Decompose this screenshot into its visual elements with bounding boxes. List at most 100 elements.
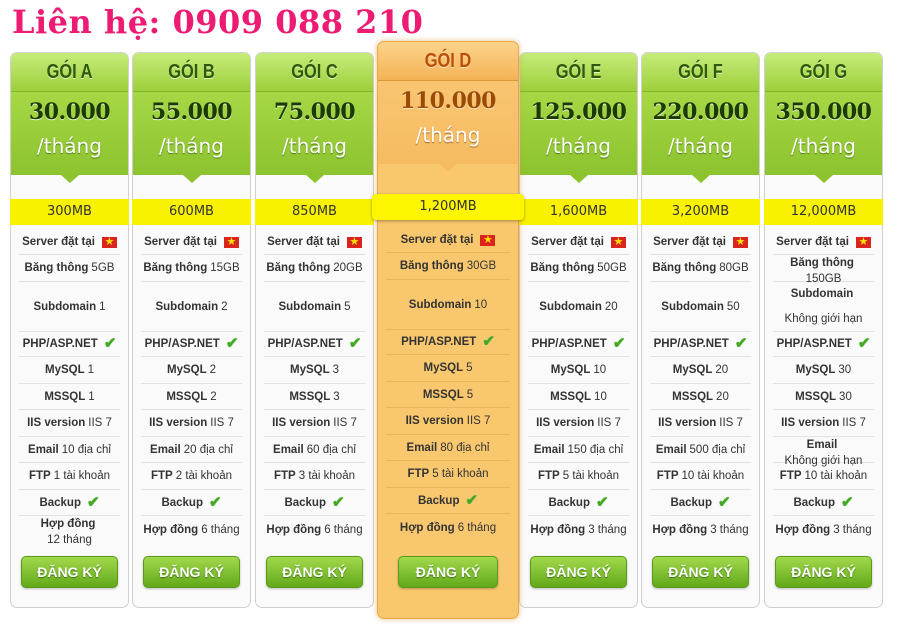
server-location-label: Server đặt tại bbox=[653, 236, 726, 248]
feature-mssql: MSSQL 30 bbox=[773, 384, 874, 410]
subdomain-label: Subdomain bbox=[408, 298, 472, 311]
ftp-value: 1 tài khoản bbox=[53, 470, 110, 482]
feature-email: Email Không giới hạn bbox=[773, 437, 874, 467]
email-value: 60 địa chỉ bbox=[306, 443, 356, 456]
subdomain-label: Subdomain bbox=[661, 300, 724, 313]
subdomain-label: Subdomain bbox=[539, 300, 602, 313]
mssql-value: 20 bbox=[716, 390, 729, 403]
header-pointer bbox=[814, 175, 833, 183]
header-pointer bbox=[691, 175, 710, 183]
disk-quota: 600MB bbox=[132, 199, 251, 225]
contract-label: Hợp đồng bbox=[266, 523, 322, 536]
mssql-label: MSSQL bbox=[550, 390, 592, 403]
iis-label: IIS version bbox=[149, 417, 208, 429]
server-location-label: Server đặt tại bbox=[531, 236, 604, 248]
email-label: Email bbox=[533, 443, 565, 456]
backup-label: Backup bbox=[793, 496, 835, 509]
contract-label: Hợp đồng bbox=[143, 523, 199, 536]
green-check-icon: ✔ bbox=[208, 493, 222, 511]
iis-value: IIS 7 bbox=[210, 417, 234, 429]
register-button[interactable]: ĐĂNG KÝ bbox=[775, 556, 872, 588]
mysql-label: MySQL bbox=[672, 364, 713, 376]
server-location-label: Server đặt tại bbox=[776, 236, 849, 248]
iis-label: IIS version bbox=[27, 417, 86, 429]
feature-backup: Backup ✔ bbox=[773, 490, 874, 516]
mysql-label: MySQL bbox=[289, 364, 330, 376]
server-location-label: Server đặt tại bbox=[267, 236, 340, 248]
feature-backup: Backup ✔ bbox=[141, 490, 242, 516]
vietnam-flag-icon bbox=[223, 234, 239, 250]
plan-price: 55.000 bbox=[150, 99, 233, 125]
mssql-label: MSSQL bbox=[672, 390, 714, 403]
subdomain-value: 50 bbox=[726, 300, 740, 313]
feature-backup: Backup ✔ bbox=[386, 488, 510, 514]
mysql-value: 5 bbox=[466, 362, 473, 374]
feature-mssql: MSSQL 10 bbox=[528, 384, 629, 410]
bandwidth-value: 15GB bbox=[210, 262, 240, 274]
iis-value: IIS 7 bbox=[842, 417, 866, 429]
feature-iis: IIS version IIS 7 bbox=[19, 410, 120, 437]
ftp-label: FTP bbox=[151, 470, 173, 482]
bandwidth-label: Băng thông bbox=[530, 262, 595, 274]
iis-label: IIS version bbox=[658, 417, 717, 429]
mssql-label: MSSQL bbox=[166, 390, 208, 403]
feature-email: Email 500 địa chỉ bbox=[650, 437, 751, 463]
contract-value: 3 tháng bbox=[833, 523, 872, 536]
vietnam-flag-icon bbox=[480, 232, 496, 248]
register-button[interactable]: ĐĂNG KÝ bbox=[652, 556, 749, 588]
feature-email: Email 60 địa chỉ bbox=[264, 437, 365, 463]
feature-php: PHP/ASP.NET ✔ bbox=[386, 330, 510, 355]
register-button[interactable]: ĐĂNG KÝ bbox=[21, 556, 118, 588]
bandwidth-label: Băng thông bbox=[143, 262, 208, 274]
feature-contract: Hợp đồng 3 tháng bbox=[528, 516, 629, 543]
plan-price: 350.000 bbox=[775, 99, 872, 125]
ftp-value: 3 tài khoản bbox=[298, 470, 355, 482]
feature-bandwidth: Băng thông 80GB bbox=[650, 255, 751, 282]
plan-header: GÓI E 125.000/tháng bbox=[520, 53, 637, 183]
bandwidth-label: Băng thông bbox=[399, 260, 464, 272]
plan-price: 75.000 bbox=[273, 99, 356, 125]
php-label: PHP/ASP.NET bbox=[401, 336, 477, 348]
feature-mssql: MSSQL 2 bbox=[141, 384, 242, 410]
feature-subdomain: Subdomain Không giới hạn bbox=[773, 282, 874, 332]
plan-header: GÓI D 110.000/tháng bbox=[378, 42, 518, 172]
feature-subdomain: Subdomain 5 bbox=[264, 282, 365, 332]
feature-contract: Hợp đồng 3 tháng bbox=[650, 516, 751, 543]
green-check-icon: ✔ bbox=[103, 335, 117, 352]
feature-bandwidth: Băng thông 50GB bbox=[528, 255, 629, 282]
feature-server: Server đặt tại bbox=[650, 230, 751, 255]
iis-value: IIS 7 bbox=[333, 417, 357, 429]
backup-label: Backup bbox=[284, 496, 326, 509]
register-button[interactable]: ĐĂNG KÝ bbox=[266, 556, 363, 588]
iis-label: IIS version bbox=[536, 417, 595, 429]
plan-card-goi-a: GÓI A 30.000/tháng 300MB Server đặt tại Băng… bbox=[10, 52, 129, 608]
green-check-icon: ✔ bbox=[734, 335, 748, 352]
ftp-label: FTP bbox=[656, 470, 679, 482]
register-button[interactable]: ĐĂNG KÝ bbox=[143, 556, 240, 588]
feature-mysql: MySQL 2 bbox=[141, 357, 242, 384]
register-button[interactable]: ĐĂNG KÝ bbox=[530, 556, 627, 588]
plan-name: GÓI C bbox=[291, 61, 338, 83]
feature-contract: Hợp đồng 6 tháng bbox=[141, 516, 242, 543]
email-label: Email bbox=[806, 439, 838, 451]
plan-card-goi-c: GÓI C 75.000/tháng 850MB Server đặt tại Băng… bbox=[255, 52, 374, 608]
email-value: 20 địa chỉ bbox=[183, 443, 233, 456]
email-label: Email bbox=[406, 441, 438, 454]
register-button[interactable]: ĐĂNG KÝ bbox=[398, 556, 498, 588]
server-location-label: Server đặt tại bbox=[144, 236, 217, 248]
subdomain-value: 2 bbox=[221, 300, 228, 313]
plan-period: /tháng bbox=[668, 134, 733, 158]
plan-name: GÓI G bbox=[799, 61, 848, 83]
email-value: 150 địa chỉ bbox=[567, 443, 624, 456]
feature-php: PHP/ASP.NET ✔ bbox=[141, 332, 242, 357]
feature-backup: Backup ✔ bbox=[19, 490, 120, 516]
vietnam-flag-icon bbox=[101, 234, 117, 250]
plan-card-goi-d: GÓI D 110.000/tháng 1,200MB Server đặt tại B… bbox=[372, 41, 524, 619]
feature-mssql: MSSQL 5 bbox=[386, 382, 510, 408]
green-check-icon: ✔ bbox=[465, 491, 479, 509]
disk-quota: 3,200MB bbox=[641, 199, 760, 225]
feature-server: Server đặt tại bbox=[386, 228, 510, 253]
backup-label: Backup bbox=[548, 496, 590, 509]
mssql-label: MSSQL bbox=[44, 390, 86, 403]
backup-label: Backup bbox=[39, 496, 81, 509]
